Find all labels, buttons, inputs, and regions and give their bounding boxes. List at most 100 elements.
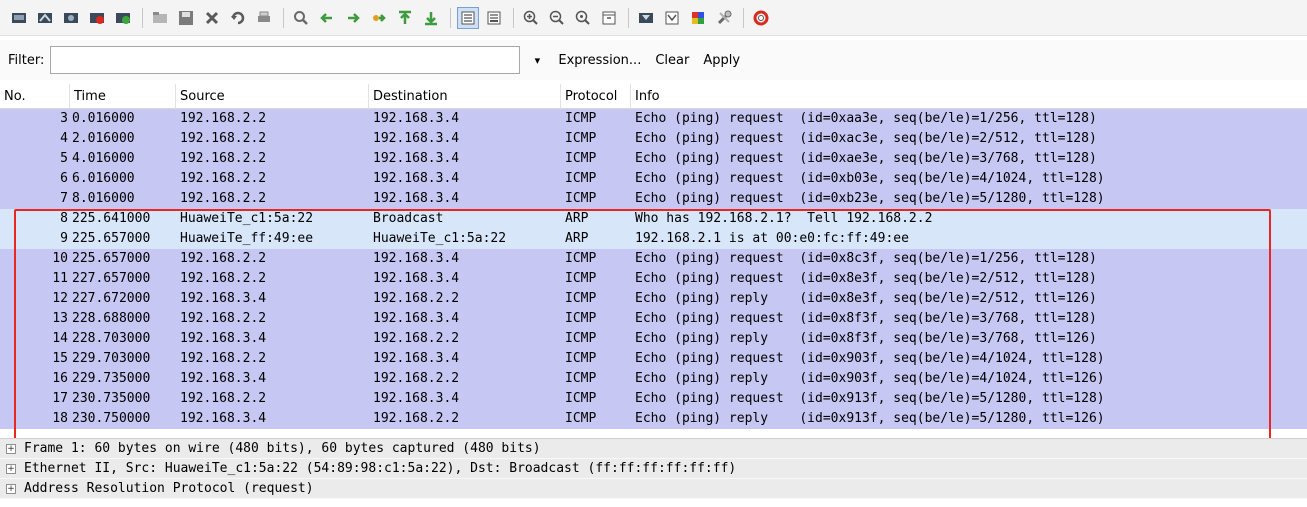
detail-row[interactable]: + Ethernet II, Src: HuaweiTe_c1:5a:22 (54… [0, 459, 1307, 479]
column-header-no[interactable]: No. [0, 83, 70, 109]
detail-row[interactable]: + Address Resolution Protocol (request) [0, 479, 1307, 499]
options-icon[interactable] [34, 7, 56, 29]
expand-icon[interactable]: + [6, 483, 16, 494]
packet-row[interactable]: 7 8.016000 192.168.2.2 192.168.3.4 ICMP Echo … [0, 189, 1307, 209]
cell-no: 16 [52, 371, 68, 386]
autoscroll-icon[interactable] [483, 7, 505, 29]
packet-list-header: No. Time Source Destination Protocol Inf… [0, 83, 1307, 109]
packet-row[interactable]: 4 2.016000 192.168.2.2 192.168.3.4 ICMP Echo … [0, 129, 1307, 149]
last-packet-icon[interactable] [420, 7, 442, 29]
cell-protocol: ICMP [565, 171, 597, 186]
column-header-source[interactable]: Source [176, 83, 369, 109]
toolbar-separator [142, 7, 143, 28]
packet-row[interactable]: 17 230.735000 192.168.2.2 192.168.3.4 ICMP Ec… [0, 389, 1307, 409]
cell-protocol: ICMP [565, 411, 597, 426]
first-packet-icon[interactable] [394, 7, 416, 29]
cell-destination: 192.168.3.4 [373, 351, 460, 366]
packet-row[interactable]: 16 229.735000 192.168.3.4 192.168.2.2 ICMP Ec… [0, 369, 1307, 389]
packet-row[interactable]: 15 229.703000 192.168.2.2 192.168.3.4 ICMP Ec… [0, 349, 1307, 369]
cell-info: Echo (ping) request (id=0x913f, seq(be/l… [635, 391, 1105, 406]
cell-no: 15 [52, 351, 68, 366]
find-icon[interactable] [290, 7, 312, 29]
cell-destination: Broadcast [373, 211, 444, 226]
zoom-in-icon[interactable] [520, 7, 542, 29]
packet-row[interactable]: 9 225.657000 HuaweiTe_ff:49:ee HuaweiTe_c1:… [0, 229, 1307, 249]
packet-row[interactable]: 6 6.016000 192.168.2.2 192.168.3.4 ICMP Echo … [0, 169, 1307, 189]
cell-destination: 192.168.3.4 [373, 131, 460, 146]
apply-button[interactable]: Apply [703, 53, 740, 68]
coloring-rules-icon[interactable] [687, 7, 709, 29]
cell-time: 229.703000 [72, 351, 151, 366]
packet-row[interactable]: 3 0.016000 192.168.2.2 192.168.3.4 ICMP Echo … [0, 109, 1307, 129]
stop-capture-icon[interactable] [86, 7, 108, 29]
restart-capture-icon[interactable] [112, 7, 134, 29]
cell-destination: 192.168.3.4 [373, 171, 460, 186]
cell-source: 192.168.3.4 [180, 411, 267, 426]
cell-no: 4 [60, 131, 68, 146]
cell-protocol: ICMP [565, 331, 597, 346]
cell-time: 227.672000 [72, 291, 151, 306]
normal-size-icon[interactable] [572, 7, 594, 29]
cell-time: 228.688000 [72, 311, 151, 326]
main-toolbar [0, 0, 1307, 36]
expand-icon[interactable]: + [6, 443, 16, 454]
packet-row[interactable]: 5 4.016000 192.168.2.2 192.168.3.4 ICMP Echo … [0, 149, 1307, 169]
capture-filters-icon[interactable] [635, 7, 657, 29]
goto-icon[interactable] [368, 7, 390, 29]
cell-protocol: ICMP [565, 151, 597, 166]
back-icon[interactable] [316, 7, 338, 29]
cell-source: 192.168.3.4 [180, 371, 267, 386]
print-icon[interactable] [253, 7, 275, 29]
packet-row[interactable]: 12 227.672000 192.168.3.4 192.168.2.2 ICMP Ec… [0, 289, 1307, 309]
help-icon[interactable] [750, 7, 772, 29]
colorize-icon[interactable] [457, 6, 479, 29]
cell-info: Echo (ping) request (id=0xaa3e, seq(be/l… [635, 111, 1097, 126]
start-capture-icon[interactable] [60, 7, 82, 29]
expand-icon[interactable]: + [6, 463, 16, 474]
preferences-icon[interactable] [713, 7, 735, 29]
cell-protocol: ICMP [565, 271, 597, 286]
display-filters-icon[interactable] [661, 7, 683, 29]
close-icon[interactable] [201, 7, 223, 29]
filter-dropdown-icon[interactable]: ▾ [530, 54, 544, 67]
interfaces-icon[interactable] [8, 7, 30, 29]
clear-button[interactable]: Clear [655, 53, 689, 68]
cell-protocol: ICMP [565, 191, 597, 206]
cell-no: 9 [60, 231, 68, 246]
detail-rows: + Frame 1: 60 bytes on wire (480 bits), 6… [0, 439, 1307, 499]
column-header-protocol[interactable]: Protocol [561, 83, 631, 109]
filter-input[interactable] [50, 46, 521, 74]
filter-toolbar: Filter: ▾ Expression... Clear Apply [0, 40, 1307, 80]
packet-row[interactable]: 11 227.657000 192.168.2.2 192.168.3.4 ICMP Ec… [0, 269, 1307, 289]
packet-details: + Frame 1: 60 bytes on wire (480 bits), 6… [0, 438, 1307, 507]
detail-row[interactable]: + Frame 1: 60 bytes on wire (480 bits), 6… [0, 439, 1307, 459]
open-icon[interactable] [149, 7, 171, 29]
cell-no: 12 [52, 291, 68, 306]
cell-source: HuaweiTe_ff:49:ee [180, 231, 314, 246]
cell-no: 11 [52, 271, 68, 286]
column-header-destination[interactable]: Destination [369, 83, 561, 109]
packet-row[interactable]: 13 228.688000 192.168.2.2 192.168.3.4 ICMP Ec… [0, 309, 1307, 329]
cell-info: Echo (ping) reply (id=0x8e3f, seq(be/le)… [635, 291, 1097, 306]
cell-no: 13 [52, 311, 68, 326]
reload-icon[interactable] [227, 7, 249, 29]
cell-destination: 192.168.3.4 [373, 251, 460, 266]
forward-icon[interactable] [342, 7, 364, 29]
column-header-time[interactable]: Time [70, 83, 176, 109]
cell-source: 192.168.2.2 [180, 251, 267, 266]
packet-row[interactable]: 10 225.657000 192.168.2.2 192.168.3.4 ICMP Ec… [0, 249, 1307, 269]
cell-destination: 192.168.2.2 [373, 411, 460, 426]
save-icon[interactable] [175, 7, 197, 29]
cell-time: 2.016000 [72, 131, 135, 146]
zoom-out-icon[interactable] [546, 7, 568, 29]
packet-row[interactable]: 14 228.703000 192.168.3.4 192.168.2.2 ICMP Ec… [0, 329, 1307, 349]
cell-time: 8.016000 [72, 191, 135, 206]
packet-row[interactable]: 18 230.750000 192.168.3.4 192.168.2.2 ICMP Ec… [0, 409, 1307, 429]
column-header-info[interactable]: Info [631, 84, 1307, 109]
packet-row[interactable]: 8 225.641000 HuaweiTe_c1:5a:22 Broadcast ARP… [0, 209, 1307, 229]
cell-time: 225.657000 [72, 251, 151, 266]
cell-protocol: ICMP [565, 291, 597, 306]
toolbar-separator [513, 7, 514, 28]
expression-button[interactable]: Expression... [558, 53, 641, 68]
resize-columns-icon[interactable] [598, 7, 620, 29]
